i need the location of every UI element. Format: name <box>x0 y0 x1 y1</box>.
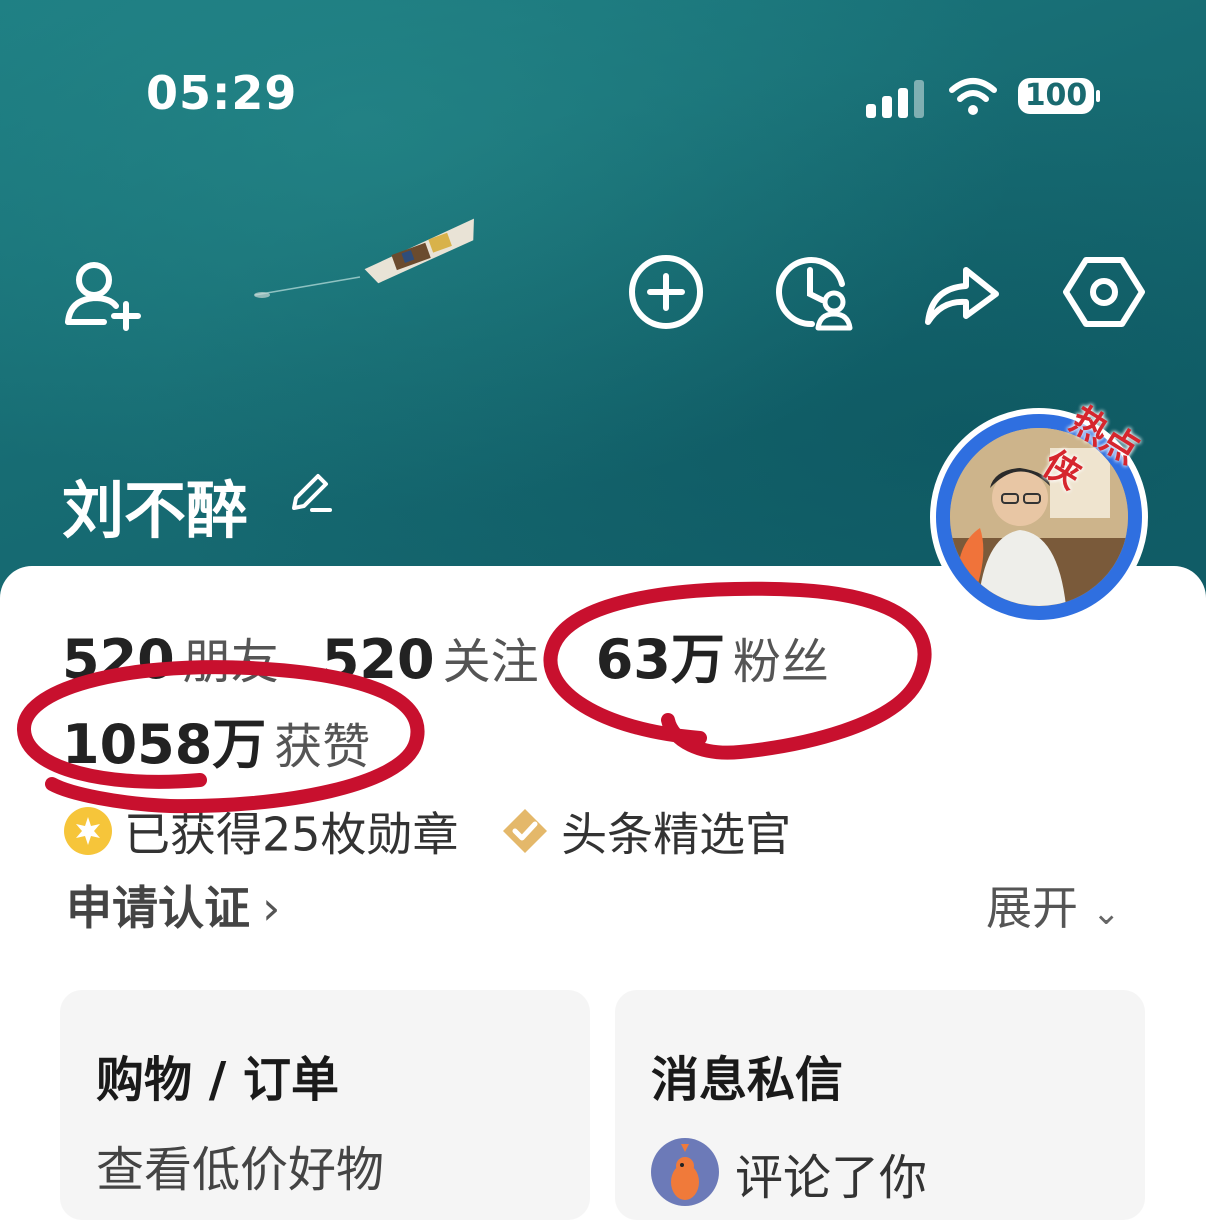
settings-button[interactable] <box>1062 250 1146 334</box>
history-button[interactable] <box>772 250 856 334</box>
wifi-icon <box>949 78 997 115</box>
battery-tip <box>1096 90 1100 102</box>
history-icon <box>776 257 853 331</box>
shopping-orders-tile[interactable]: 购物 / 订单 查看低价好物 <box>60 990 590 1220</box>
signal-icon <box>866 80 924 118</box>
boat-image <box>254 218 474 298</box>
profile-avatar[interactable]: 热点侠 <box>930 399 1160 638</box>
stat-friends[interactable]: 520 朋友 <box>62 622 279 692</box>
stat-label: 粉丝 <box>732 634 829 690</box>
profile-name: 刘不醉 <box>62 474 249 547</box>
stats-row: 520 朋友 520 关注 63万 粉丝 <box>62 615 867 691</box>
settings-icon <box>1063 257 1145 327</box>
stat-label: 获赞 <box>274 719 371 775</box>
verify-label: 申请认证 <box>66 881 250 935</box>
add-icon <box>629 255 703 329</box>
add-button[interactable] <box>624 250 708 334</box>
stat-number: 520 <box>62 628 175 691</box>
badge-text: 已获得25枚勋章 <box>124 807 459 861</box>
medal-icon <box>64 807 112 855</box>
stat-number: 63万 <box>595 628 725 691</box>
medals-badge[interactable]: 已获得25枚勋章 <box>62 801 473 861</box>
expand-label: 展开 <box>986 881 1078 935</box>
stat-label: 朋友 <box>182 634 279 690</box>
stat-number: 520 <box>321 628 435 691</box>
avatar <box>651 1138 719 1206</box>
messages-tile[interactable]: 消息私信 评论了你 <box>615 990 1145 1220</box>
badges-row: 已获得25枚勋章 头条精选官 <box>62 798 791 861</box>
tile-subtitle: 查看低价好物 <box>96 1142 385 1198</box>
stat-followers[interactable]: 63万 粉丝 <box>596 615 829 694</box>
selector-badge-icon <box>503 809 548 853</box>
stat-number: 1058万 <box>62 713 267 776</box>
chevron-right-icon: › <box>262 881 281 935</box>
chevron-down-icon: ⌄ <box>1092 893 1121 933</box>
tile-title: 购物 / 订单 <box>96 1052 339 1108</box>
bird-avatar-image <box>671 1144 699 1200</box>
message-preview: 评论了你 <box>735 1150 928 1206</box>
stat-likes[interactable]: 1058万 获赞 <box>62 700 370 779</box>
badge-text: 头条精选官 <box>561 807 792 861</box>
status-time: 05:29 <box>146 66 298 120</box>
add-friend-icon <box>65 262 141 331</box>
expand-button[interactable]: 展开 ⌄ <box>986 872 1121 938</box>
edit-icon[interactable] <box>286 470 332 516</box>
add-friend-button[interactable] <box>60 252 144 336</box>
share-icon <box>925 267 999 325</box>
stat-label: 关注 <box>442 634 539 690</box>
selector-badge[interactable]: 头条精选官 <box>499 801 791 861</box>
share-button[interactable] <box>918 250 1002 334</box>
stat-following[interactable]: 520 关注 <box>322 622 539 692</box>
apply-verification-link[interactable]: 申请认证 › <box>66 872 280 938</box>
tile-title: 消息私信 <box>651 1052 844 1108</box>
battery-icon: 100 <box>1018 78 1094 114</box>
